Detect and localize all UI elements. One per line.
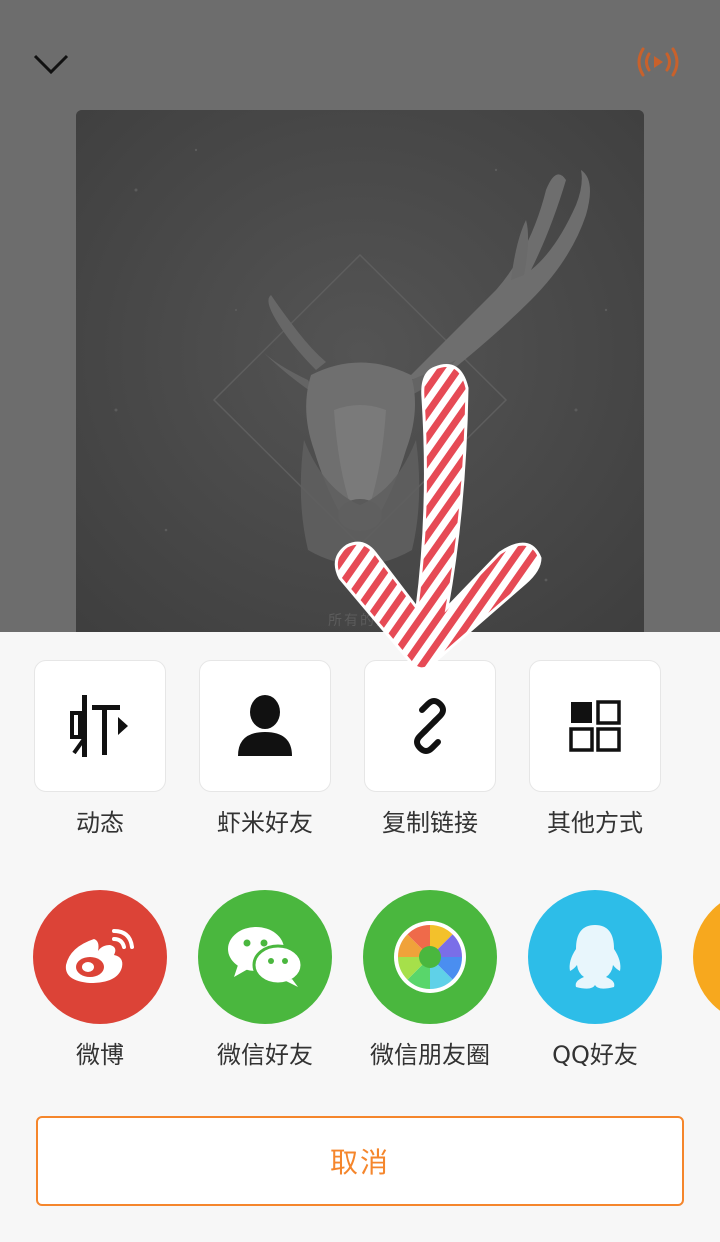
xiami-friends-tile[interactable] bbox=[199, 660, 331, 792]
copy-link-tile[interactable] bbox=[364, 660, 496, 792]
partial-share-button[interactable] bbox=[693, 890, 720, 1024]
grid-icon bbox=[569, 700, 621, 752]
broadcast-button[interactable] bbox=[630, 40, 686, 84]
copy-link-label: 复制链接 bbox=[382, 809, 478, 837]
other-tile[interactable] bbox=[529, 660, 661, 792]
share-sheet: 动态 虾米好友 复制链接 其他方式 微博 微信好友 微信朋友圈 QQ好友 取消 bbox=[0, 632, 720, 1242]
wechat-label: 微信好友 bbox=[217, 1041, 313, 1069]
share-item-qq[interactable]: QQ好友 bbox=[528, 890, 662, 1072]
collapse-button[interactable] bbox=[26, 42, 76, 86]
share-item-other[interactable]: 其他方式 bbox=[528, 660, 662, 840]
share-item-wechat[interactable]: 微信好友 bbox=[198, 890, 332, 1072]
broadcast-play-icon bbox=[637, 47, 679, 77]
weibo-icon bbox=[65, 929, 134, 983]
album-caption: 所有的道 bbox=[328, 613, 392, 629]
wechat-icon bbox=[228, 927, 304, 987]
qq-button[interactable] bbox=[528, 890, 662, 1024]
feed-tile[interactable] bbox=[34, 660, 166, 792]
player-background: 所有的道 bbox=[0, 0, 720, 650]
qq-icon bbox=[569, 925, 621, 989]
cancel-button[interactable]: 取消 bbox=[36, 1116, 684, 1206]
share-item-copy-link[interactable]: 复制链接 bbox=[363, 660, 497, 840]
share-item-moments[interactable]: 微信朋友圈 bbox=[363, 890, 497, 1072]
weibo-label: 微博 bbox=[76, 1041, 124, 1069]
person-icon bbox=[238, 695, 292, 756]
deer-head-artwork bbox=[76, 110, 644, 650]
qq-label: QQ好友 bbox=[552, 1041, 638, 1069]
moments-label: 微信朋友圈 bbox=[370, 1041, 490, 1069]
xiami-friends-label: 虾米好友 bbox=[217, 809, 313, 837]
weibo-button[interactable] bbox=[33, 890, 167, 1024]
share-item-feed[interactable]: 动态 bbox=[33, 660, 167, 840]
other-label: 其他方式 bbox=[547, 809, 643, 837]
link-icon bbox=[414, 698, 446, 754]
xiami-logo-icon bbox=[70, 695, 128, 757]
moments-button[interactable] bbox=[363, 890, 497, 1024]
wechat-button[interactable] bbox=[198, 890, 332, 1024]
share-screen: 所有的道 动态 虾米好友 复制链接 其他方式 微博 微信好友 微信朋友圈 QQ好… bbox=[0, 0, 720, 1242]
share-item-xiami-friends[interactable]: 虾米好友 bbox=[198, 660, 332, 840]
chevron-down-icon bbox=[33, 54, 69, 75]
share-item-partial[interactable] bbox=[693, 890, 720, 1024]
feed-label: 动态 bbox=[76, 809, 124, 837]
moments-icon bbox=[394, 921, 466, 993]
share-item-weibo[interactable]: 微博 bbox=[33, 890, 167, 1072]
album-cover: 所有的道 bbox=[76, 110, 644, 650]
